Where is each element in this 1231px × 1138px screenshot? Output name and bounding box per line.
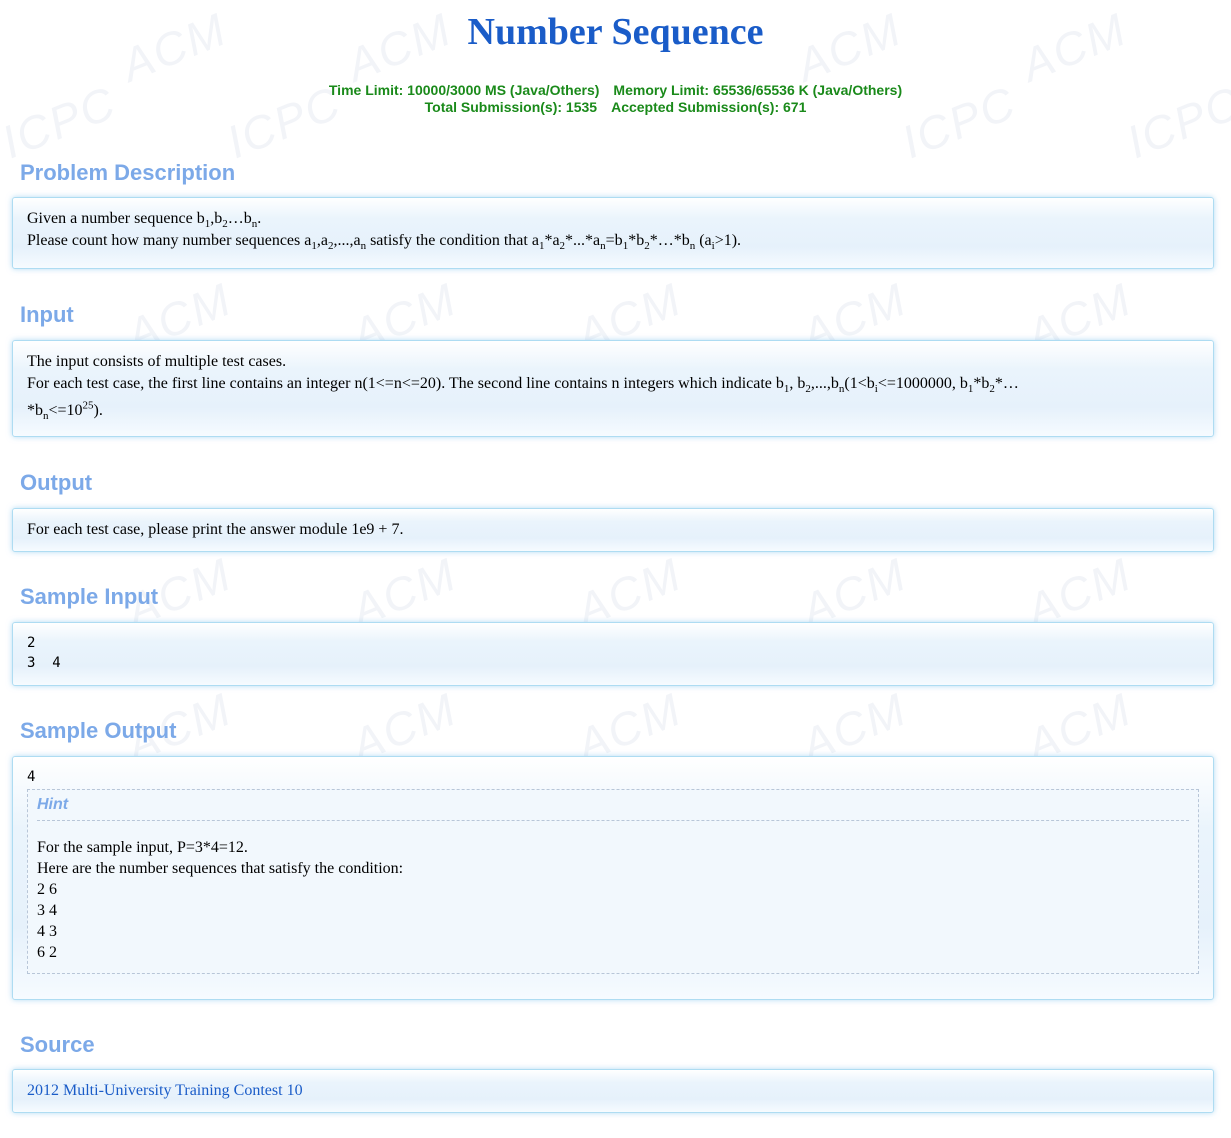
hint-line: 2 6 — [37, 881, 57, 898]
problem-limits: Time Limit: 10000/3000 MS (Java/Others) M… — [0, 82, 1231, 116]
sample-input-panel: 2 3 4 — [12, 622, 1214, 686]
input-line-2: For each test case, the first line conta… — [27, 375, 1019, 396]
problem-description-panel: Given a number sequence b1,b2…bn. Please… — [12, 197, 1214, 269]
hint-line: 4 3 — [37, 923, 57, 940]
hint-box: Hint For the sample input, P=3*4=12. Her… — [27, 789, 1199, 974]
hint-line: 3 4 — [37, 902, 57, 919]
memory-limit: Memory Limit: 65536/65536 K (Java/Others… — [613, 82, 903, 98]
limits-row-2: Total Submission(s): 1535 Accepted Submis… — [0, 99, 1231, 116]
output-text: For each test case, please print the ans… — [27, 521, 404, 538]
sample-input-text: 2 3 4 — [27, 635, 61, 671]
section-title-source: Source — [20, 1032, 95, 1057]
hint-title: Hint — [37, 794, 1189, 821]
hint-line: Here are the number sequences that satis… — [37, 860, 404, 877]
input-line-3: *bn<=1025). — [27, 399, 103, 423]
section-title-output: Output — [20, 470, 93, 495]
page-title: Number Sequence — [467, 11, 764, 53]
input-line-1: The input consists of multiple test case… — [27, 353, 287, 370]
accepted-submissions: Accepted Submission(s): 671 — [611, 99, 807, 115]
source-link[interactable]: 2012 Multi-University Training Contest 1… — [27, 1082, 303, 1099]
section-title-sample-output: Sample Output — [20, 718, 177, 743]
section-title-problem-description: Problem Description — [20, 160, 236, 185]
sample-output-panel: 4 Hint For the sample input, P=3*4=12. H… — [12, 756, 1214, 1000]
sample-output-text: 4 — [27, 769, 36, 785]
total-submissions: Total Submission(s): 1535 — [424, 99, 598, 115]
description-line-2: Please count how many number sequences a… — [27, 232, 742, 253]
source-panel: 2012 Multi-University Training Contest 1… — [12, 1069, 1214, 1113]
section-title-input: Input — [20, 302, 74, 327]
limits-row-1: Time Limit: 10000/3000 MS (Java/Others) M… — [0, 82, 1231, 99]
description-line-1: Given a number sequence b1,b2…bn. — [27, 210, 262, 231]
hint-line: 6 2 — [37, 944, 57, 961]
input-panel: The input consists of multiple test case… — [12, 340, 1214, 437]
time-limit: Time Limit: 10000/3000 MS (Java/Others) — [328, 82, 600, 98]
section-title-sample-input: Sample Input — [20, 584, 159, 609]
hint-line: For the sample input, P=3*4=12. — [37, 839, 248, 856]
output-panel: For each test case, please print the ans… — [12, 508, 1214, 552]
